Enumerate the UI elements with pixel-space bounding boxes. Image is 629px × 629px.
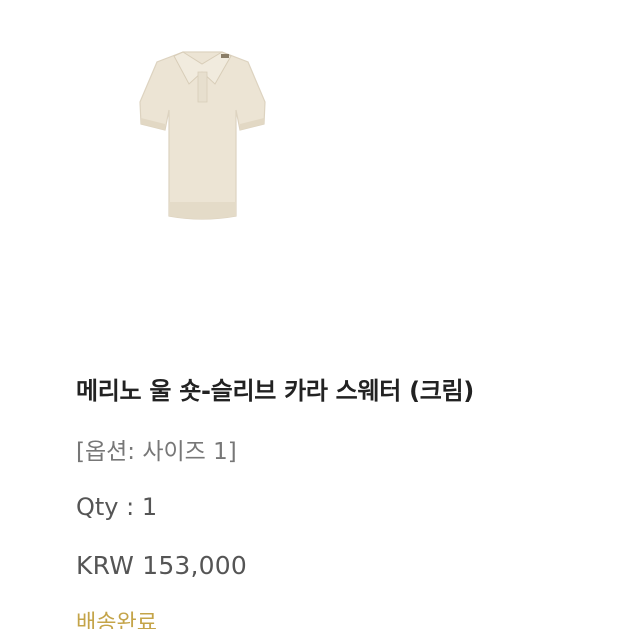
product-title[interactable]: 메리노 울 숏-슬리브 카라 스웨터 (크림) [76, 371, 609, 406]
product-option: [옵션: 사이즈 1] [76, 439, 237, 465]
product-quantity: Qty : 1 [76, 493, 158, 521]
product-price: KRW 153,000 [76, 551, 247, 580]
product-image[interactable] [135, 40, 270, 230]
delivery-status: 배송완료 [76, 611, 157, 629]
sweater-icon [139, 51, 266, 220]
